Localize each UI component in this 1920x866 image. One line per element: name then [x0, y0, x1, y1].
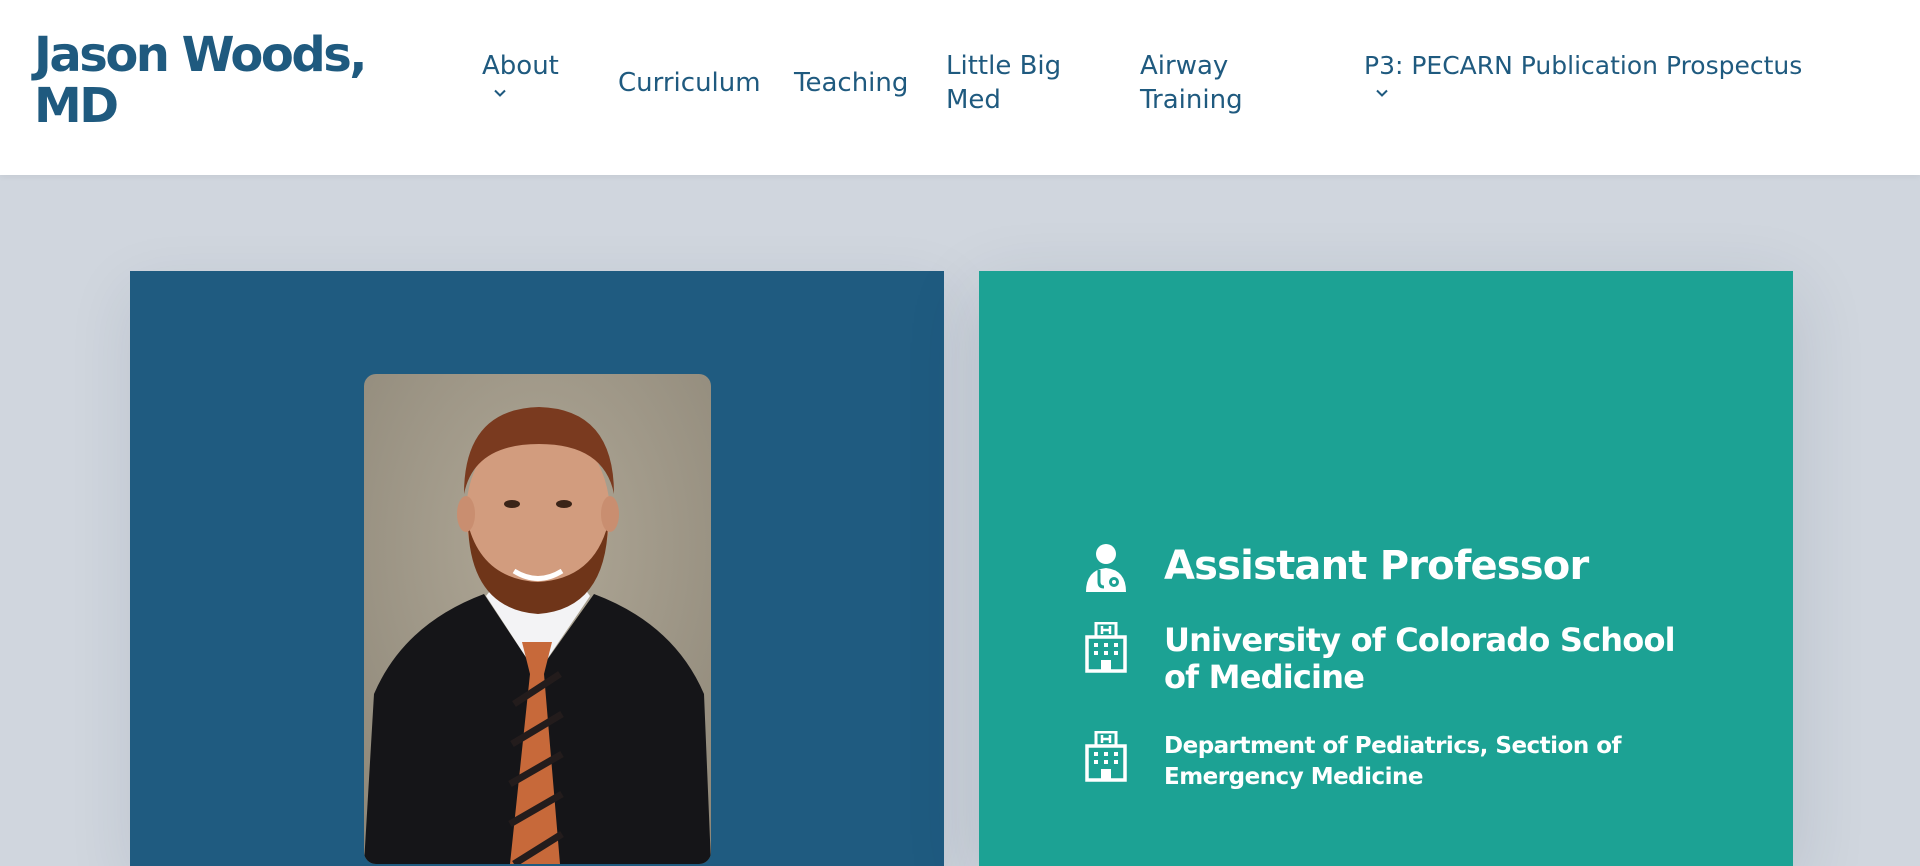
nav-item-label: About: [482, 51, 559, 81]
hospital-icon: [1084, 731, 1128, 783]
nav-item-label: Curriculum: [618, 68, 761, 98]
job-title: Assistant Professor: [1164, 543, 1589, 589]
nav-item-curriculum[interactable]: Curriculum: [618, 66, 761, 100]
nav-item-airway-training[interactable]: Airway Training: [1140, 49, 1280, 117]
nav-item-little-big-med[interactable]: Little Big Med: [946, 49, 1096, 117]
site-title[interactable]: Jason Woods, MD: [34, 30, 394, 132]
nav-item-p3-pecarn[interactable]: P3: PECARN Publication Prospectus: [1364, 49, 1802, 101]
profile-photo: [364, 374, 711, 864]
department-row: Department of Pediatrics, Section of Eme…: [1084, 731, 1684, 801]
title-row: Assistant Professor: [1084, 542, 1684, 598]
institution-row: University of Colorado School of Medicin…: [1084, 622, 1684, 702]
nav-item-label: Airway Training: [1140, 51, 1243, 115]
doctor-icon: [1084, 542, 1128, 594]
institution-name: University of Colorado School of Medicin…: [1164, 621, 1676, 696]
chevron-down-icon[interactable]: [492, 85, 508, 101]
department-name: Department of Pediatrics, Section of Eme…: [1164, 733, 1622, 790]
hospital-icon: [1084, 622, 1128, 674]
nav-item-label: Little Big Med: [946, 51, 1062, 115]
nav-item-label: P3: PECARN Publication Prospectus: [1364, 51, 1803, 80]
site-header: Jason Woods, MD About Curriculum Teachin…: [0, 0, 1920, 175]
chevron-down-icon[interactable]: [1374, 85, 1390, 101]
nav-item-about[interactable]: About: [482, 49, 559, 101]
nav-item-label: Teaching: [794, 68, 909, 98]
nav-item-teaching[interactable]: Teaching: [794, 66, 908, 100]
